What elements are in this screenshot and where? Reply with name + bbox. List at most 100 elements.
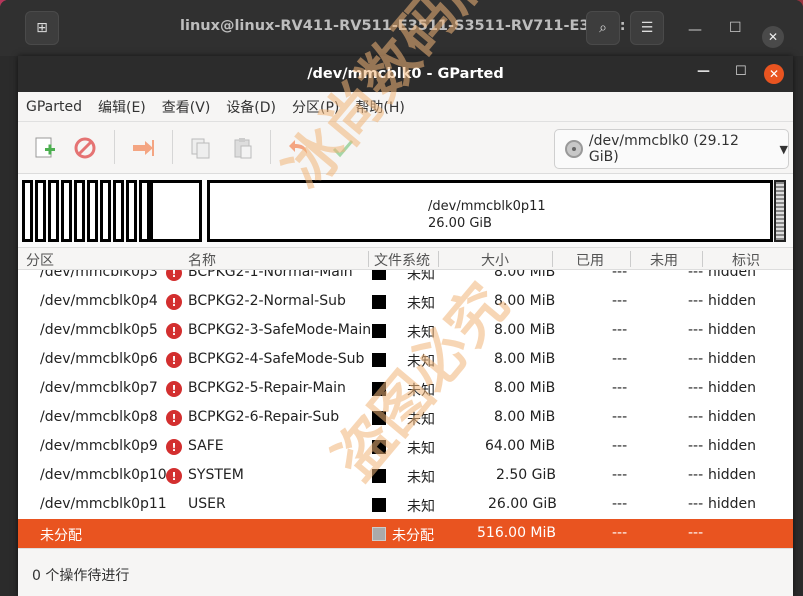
window-title: /dev/mmcblk0 - GParted	[307, 66, 504, 82]
cell-partition: /dev/mmcblk0p11	[40, 496, 167, 512]
cell-partition: /dev/mmcblk0p10	[40, 467, 167, 483]
delete-button[interactable]	[72, 136, 98, 160]
table-row[interactable]: /dev/mmcblk0p11 USER 未知 26.00 GiB --- --…	[18, 490, 793, 519]
menu-help[interactable]: 帮助(H)	[347, 97, 412, 117]
filesystem-color-swatch	[372, 295, 386, 309]
cell-size: 2.50 GiB	[496, 467, 556, 483]
undo-button[interactable]	[286, 136, 312, 160]
table-row[interactable]: /dev/mmcblk0p8 ! BCPKG2-6-Repair-Sub 未知 …	[18, 403, 793, 432]
cell-name: BCPKG2-2-Normal-Sub	[188, 293, 346, 309]
disk-map-partition[interactable]	[139, 180, 150, 242]
table-row[interactable]: /dev/mmcblk0p9 ! SAFE 未知 64.00 MiB --- -…	[18, 432, 793, 461]
disk-map-label-size: 26.00 GiB	[428, 216, 492, 231]
toolbar-separator	[114, 130, 115, 164]
column-header-name[interactable]: 名称	[188, 250, 216, 270]
disk-map-partition[interactable]	[61, 180, 72, 242]
cell-unused: ---	[688, 322, 704, 338]
partition-table: /dev/mmcblk0p3 ! BCPKG2-1-Normal-Main 未知…	[18, 270, 793, 550]
cell-size: 8.00 MiB	[494, 322, 556, 338]
cell-partition: /dev/mmcblk0p6	[40, 351, 158, 367]
disk-map-partition[interactable]	[126, 180, 137, 242]
disk-map-partition[interactable]	[22, 180, 33, 242]
disk-map-partition[interactable]	[74, 180, 85, 242]
hamburger-menu-button[interactable]: ☰	[630, 11, 664, 45]
terminal-title: linux@linux-RV411-RV511-E3511-S3511-RV71…	[180, 18, 643, 34]
maximize-icon[interactable]: ☐	[729, 20, 742, 36]
cell-name: BCPKG2-4-SafeMode-Sub	[188, 351, 365, 367]
disk-map-partition[interactable]	[48, 180, 59, 242]
warning-icon: !	[166, 439, 182, 455]
device-selector[interactable]: /dev/mmcblk0 (29.12 GiB) ▼	[554, 129, 789, 169]
search-button[interactable]: ⌕	[586, 11, 620, 45]
column-separator	[368, 251, 369, 267]
column-header-partition[interactable]: 分区	[26, 250, 54, 270]
menu-gparted[interactable]: GParted	[18, 99, 90, 115]
column-header-flags[interactable]: 标识	[732, 250, 760, 270]
filesystem-color-swatch	[372, 527, 386, 541]
disk-map-partition[interactable]	[35, 180, 46, 242]
cell-size: 8.00 MiB	[494, 270, 556, 280]
cell-name: SYSTEM	[188, 467, 244, 483]
disk-map-partition[interactable]	[113, 180, 124, 242]
new-partition-button[interactable]	[32, 136, 58, 160]
table-row[interactable]: /dev/mmcblk0p10 ! SYSTEM 未知 2.50 GiB ---…	[18, 461, 793, 490]
filesystem-color-swatch	[372, 498, 386, 512]
close-icon: ✕	[768, 67, 780, 81]
minimize-icon[interactable]: —	[697, 64, 710, 79]
table-row[interactable]: /dev/mmcblk0p5 ! BCPKG2-3-SafeMode-Main …	[18, 316, 793, 345]
resize-move-button[interactable]	[130, 136, 156, 160]
menu-view[interactable]: 查看(V)	[154, 97, 219, 117]
warning-icon: !	[166, 381, 182, 397]
minimize-icon[interactable]: —	[688, 22, 702, 38]
table-row[interactable]: /dev/mmcblk0p7 ! BCPKG2-5-Repair-Main 未知…	[18, 374, 793, 403]
column-header-filesystem[interactable]: 文件系统	[374, 250, 430, 270]
filesystem-color-swatch	[372, 382, 386, 396]
new-tab-icon: ⊞	[36, 20, 48, 36]
column-separator	[438, 251, 439, 267]
column-header-size[interactable]: 大小	[481, 250, 509, 270]
cell-flags: hidden	[708, 467, 757, 483]
cell-name: BCPKG2-3-SafeMode-Main	[188, 322, 372, 338]
maximize-icon[interactable]: ☐	[735, 64, 747, 79]
close-icon: ✕	[767, 30, 779, 44]
cell-partition: /dev/mmcblk0p9	[40, 438, 158, 454]
disk-map-partition-system[interactable]	[150, 180, 202, 242]
hamburger-menu-icon: ☰	[640, 20, 654, 36]
filesystem-color-swatch	[372, 353, 386, 367]
warning-icon: !	[166, 294, 182, 310]
cell-filesystem: 未知	[407, 441, 435, 457]
cell-used: ---	[612, 270, 628, 280]
table-row[interactable]: /dev/mmcblk0p6 ! BCPKG2-4-SafeMode-Sub 未…	[18, 345, 793, 374]
toolbar-separator	[270, 130, 271, 164]
table-row[interactable]: /dev/mmcblk0p4 ! BCPKG2-2-Normal-Sub 未知 …	[18, 287, 793, 316]
menu-edit[interactable]: 编辑(E)	[90, 97, 154, 117]
table-row[interactable]: /dev/mmcblk0p3 ! BCPKG2-1-Normal-Main 未知…	[18, 270, 793, 287]
column-header-used[interactable]: 已用	[576, 250, 604, 270]
copy-button[interactable]	[188, 136, 214, 160]
cell-size: 8.00 MiB	[494, 409, 556, 425]
disk-map-partition[interactable]	[87, 180, 98, 242]
filesystem-color-swatch	[372, 324, 386, 338]
table-row-selected[interactable]: 未分配 未分配 516.00 MiB --- ---	[18, 519, 793, 548]
warning-icon: !	[166, 270, 182, 281]
terminal-close-button[interactable]: ✕	[762, 26, 784, 48]
gparted-close-button[interactable]: ✕	[764, 64, 784, 84]
cell-filesystem: 未知	[407, 470, 435, 486]
apply-button[interactable]	[330, 136, 356, 160]
paste-button[interactable]	[230, 136, 256, 160]
cell-partition: /dev/mmcblk0p4	[40, 293, 158, 309]
cell-name: BCPKG2-1-Normal-Main	[188, 270, 353, 280]
new-tab-button[interactable]: ⊞	[25, 11, 59, 45]
cell-size: 516.00 MiB	[477, 525, 557, 541]
cell-name: USER	[188, 496, 226, 512]
cell-filesystem: 未知	[407, 270, 435, 283]
cell-filesystem: 未知	[407, 412, 435, 428]
disk-map-unallocated[interactable]	[774, 180, 786, 242]
warning-icon: !	[166, 468, 182, 484]
menu-device[interactable]: 设备(D)	[218, 97, 284, 117]
disk-map-partition[interactable]	[100, 180, 111, 242]
column-header-unused[interactable]: 未用	[650, 250, 678, 270]
menu-partition[interactable]: 分区(P)	[284, 97, 347, 117]
toolbar-separator	[172, 130, 173, 164]
cell-flags: hidden	[708, 293, 757, 309]
